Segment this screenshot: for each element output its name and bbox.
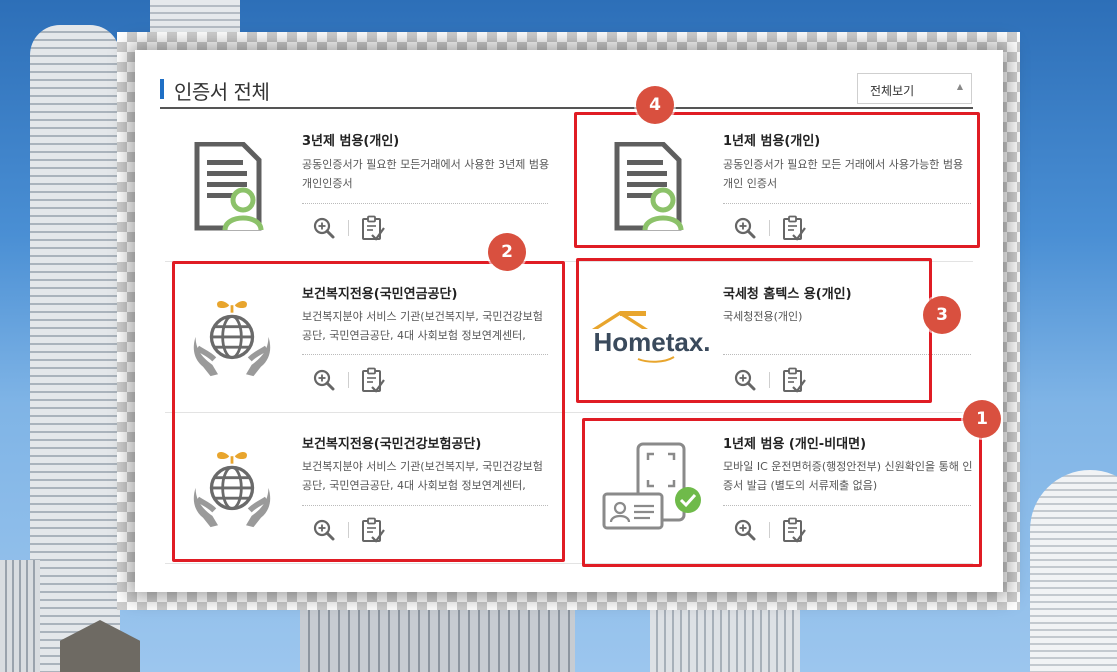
certificate-description: 공동인증서가 필요한 모든 거래에서 사용가능한 범용개인 인증서 — [723, 158, 964, 190]
step-badge: 2 — [488, 233, 526, 271]
certificate-name: 1년제 범용(개인) — [723, 134, 821, 149]
step-badge: 1 — [963, 400, 1001, 438]
certificate-name: 3년제 범용(개인) — [302, 134, 400, 149]
background-building — [30, 25, 120, 672]
view-filter-value: 전체보기 — [870, 84, 915, 98]
step-badge: 4 — [636, 86, 674, 124]
zoom-in-icon[interactable] — [312, 215, 336, 241]
action-separator — [348, 372, 349, 388]
certificate-user-icon — [612, 142, 684, 232]
dotted-divider — [723, 203, 971, 204]
dotted-divider — [302, 203, 548, 204]
title-divider — [160, 107, 973, 109]
hometax-logo: Hometax. — [592, 311, 711, 363]
step-badge: 3 — [923, 296, 961, 334]
action-separator — [769, 372, 770, 388]
clipboard-check-icon[interactable] — [782, 517, 806, 543]
zoom-in-icon[interactable] — [312, 367, 336, 393]
certificate-description: 보건복지분야 서비스 기관(보건복지부, 국민건강보험공단, 국민연금공단, 4… — [302, 460, 543, 492]
clipboard-check-icon[interactable] — [361, 517, 385, 543]
action-separator — [348, 220, 349, 236]
background-building — [650, 600, 800, 672]
row-divider — [165, 563, 973, 564]
certificate-description: 모바일 IC 운전면허증(행정안전부) 신원확인을 통해 인증서 발급 (별도의… — [723, 460, 973, 492]
certificate-name: 보건복지전용(국민건강보험공단) — [302, 437, 482, 452]
certificate-name: 보건복지전용(국민연금공단) — [302, 287, 458, 302]
action-separator — [769, 220, 770, 236]
globe-hands-icon — [190, 443, 274, 531]
background-building — [300, 605, 575, 672]
zoom-in-icon[interactable] — [312, 517, 336, 543]
clipboard-check-icon[interactable] — [361, 367, 385, 393]
zoom-in-icon[interactable] — [733, 517, 757, 543]
background-building — [1030, 470, 1117, 672]
clipboard-check-icon[interactable] — [782, 215, 806, 241]
action-separator — [769, 522, 770, 538]
page-title: 인증서 전체 — [160, 76, 270, 105]
dotted-divider — [302, 354, 548, 355]
certificate-name: 1년제 범용 (개인-비대면) — [723, 437, 867, 452]
clipboard-check-icon[interactable] — [782, 367, 806, 393]
view-filter-select[interactable]: 전체보기 ▲ — [857, 73, 972, 104]
certificate-description: 보건복지분야 서비스 기관(보건복지부, 국민건강보험공단, 국민연금공단, 4… — [302, 310, 543, 342]
zoom-in-icon[interactable] — [733, 367, 757, 393]
zoom-in-icon[interactable] — [733, 215, 757, 241]
dotted-divider — [723, 354, 971, 355]
dotted-divider — [723, 505, 971, 506]
certificate-name: 국세청 홈텍스 용(개인) — [723, 287, 852, 302]
certificate-description: 공동인증서가 필요한 모든거래에서 사용한 3년제 범용개인인증서 — [302, 158, 550, 190]
action-separator — [348, 522, 349, 538]
clipboard-check-icon[interactable] — [361, 215, 385, 241]
dotted-divider — [302, 505, 548, 506]
hometax-logo-text: Hometax. — [593, 327, 710, 357]
mobile-id-check-icon — [602, 442, 701, 530]
certificate-user-icon — [192, 142, 264, 232]
row-divider — [165, 412, 973, 413]
background-building — [0, 560, 40, 672]
row-divider — [165, 261, 973, 262]
globe-hands-icon — [190, 292, 274, 380]
chevron-up-icon: ▲ — [956, 82, 963, 91]
